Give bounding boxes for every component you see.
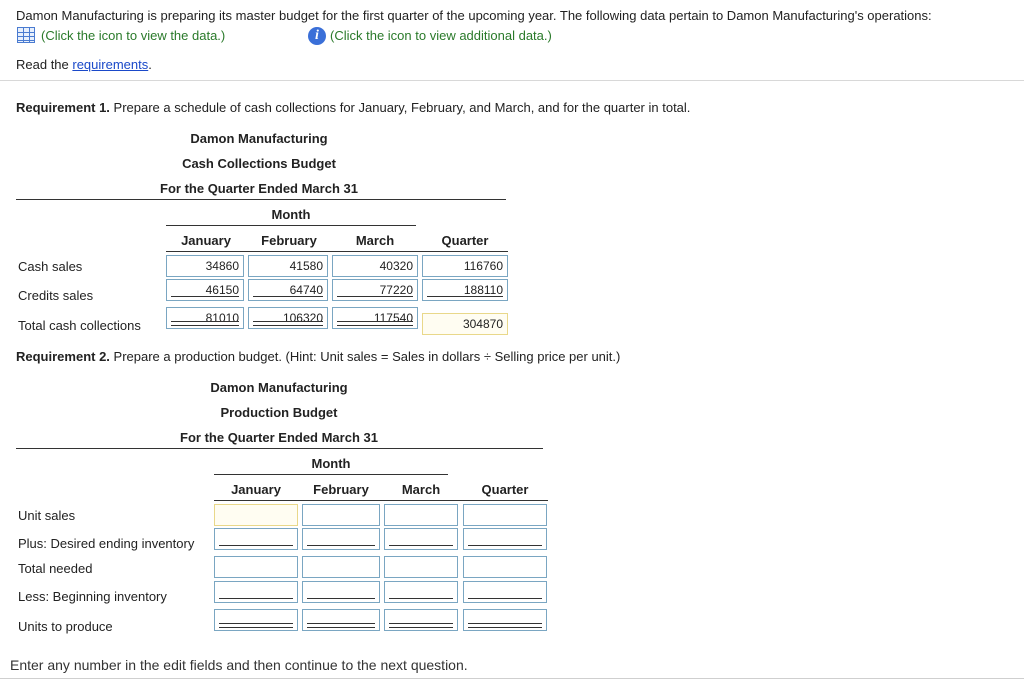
footer-instruction: Enter any number in the edit fields and …: [10, 657, 468, 673]
read-prefix: Read the: [16, 57, 73, 72]
req1-total-march[interactable]: 117540: [332, 307, 418, 329]
req1-cash-sales-january[interactable]: 34860: [166, 255, 244, 277]
req1-credit-sales-january[interactable]: 46150: [166, 279, 244, 301]
req1-row-label-credit-sales: Credits sales: [18, 288, 94, 303]
req2-month-rule: [214, 474, 448, 475]
req2-row-label-beginning-inventory: Less: Beginning inventory: [18, 589, 167, 604]
info-icon[interactable]: i: [308, 27, 326, 45]
req2-beginning-inventory-january[interactable]: [214, 581, 298, 603]
table-grid-icon[interactable]: [17, 27, 35, 43]
req1-total-quarter[interactable]: 304870: [422, 313, 508, 335]
req2-total-needed-february[interactable]: [302, 556, 380, 578]
req1-total-january[interactable]: 81010: [166, 307, 244, 329]
req1-month-rule: [166, 225, 416, 226]
req2-company: Damon Manufacturing: [210, 380, 348, 395]
req2-col-march: March: [401, 482, 441, 497]
req1-credit-sales-february[interactable]: 64740: [248, 279, 328, 301]
req1-row-label-cash-sales: Cash sales: [18, 259, 83, 274]
req2-header-rule: [16, 448, 543, 449]
req2-row-label-desired-ending-inventory: Plus: Desired ending inventory: [18, 536, 195, 551]
req2-ending-inventory-february[interactable]: [302, 528, 380, 550]
divider: [0, 80, 1024, 81]
read-requirements-line: Read the requirements.: [16, 57, 152, 72]
req1-company: Damon Manufacturing: [190, 131, 328, 146]
req2-row-label-units-to-produce: Units to produce: [18, 619, 113, 634]
req2-units-to-produce-march[interactable]: [384, 609, 458, 631]
req2-row-label-unit-sales: Unit sales: [18, 508, 76, 523]
req1-title: Cash Collections Budget: [182, 156, 336, 171]
req2-units-to-produce-january[interactable]: [214, 609, 298, 631]
req1-header-rule: [16, 199, 506, 200]
req2-ending-inventory-january[interactable]: [214, 528, 298, 550]
req2-unit-sales-quarter[interactable]: [463, 504, 547, 526]
req2-unit-sales-january[interactable]: [214, 504, 298, 526]
req1-period: For the Quarter Ended March 31: [160, 181, 358, 196]
req2-label: Requirement 2.: [16, 349, 110, 364]
req2-total-needed-quarter[interactable]: [463, 556, 547, 578]
req1-credit-sales-quarter[interactable]: 188110: [422, 279, 508, 301]
req2-beginning-inventory-quarter[interactable]: [463, 581, 547, 603]
req1-cash-sales-february[interactable]: 41580: [248, 255, 328, 277]
req2-total-needed-march[interactable]: [384, 556, 458, 578]
req2-title: Production Budget: [220, 405, 338, 420]
req2-text: Prepare a production budget. (Hint: Unit…: [109, 349, 621, 364]
req1-total-february[interactable]: 106320: [248, 307, 328, 329]
req1-label: Requirement 1.: [16, 100, 110, 115]
req2-ending-inventory-quarter[interactable]: [463, 528, 547, 550]
req2-units-to-produce-quarter[interactable]: [463, 609, 547, 631]
req1-month-header: Month: [271, 207, 311, 222]
req2-total-needed-january[interactable]: [214, 556, 298, 578]
req1-row-label-total-collections: Total cash collections: [18, 318, 141, 333]
req1-col-january: January: [181, 233, 231, 248]
req2-ending-inventory-march[interactable]: [384, 528, 458, 550]
req1-text: Prepare a schedule of cash collections f…: [109, 100, 691, 115]
req2-unit-sales-february[interactable]: [302, 504, 380, 526]
req1-heading: Requirement 1. Prepare a schedule of cas…: [16, 100, 690, 115]
req1-credit-sales-march[interactable]: 77220: [332, 279, 418, 301]
view-additional-data-link[interactable]: (Click the icon to view additional data.…: [330, 28, 552, 43]
req2-beginning-inventory-march[interactable]: [384, 581, 458, 603]
req2-units-to-produce-february[interactable]: [302, 609, 380, 631]
view-data-link[interactable]: (Click the icon to view the data.): [41, 28, 225, 43]
read-suffix: .: [148, 57, 152, 72]
req2-col-january: January: [231, 482, 281, 497]
req2-period: For the Quarter Ended March 31: [180, 430, 378, 445]
req1-cash-sales-quarter[interactable]: 116760: [422, 255, 508, 277]
req2-col-quarter: Quarter: [481, 482, 529, 497]
req2-row-label-total-needed: Total needed: [18, 561, 93, 576]
req2-beginning-inventory-february[interactable]: [302, 581, 380, 603]
req2-columns-rule: [214, 500, 548, 501]
req2-heading: Requirement 2. Prepare a production budg…: [16, 349, 620, 364]
req2-unit-sales-march[interactable]: [384, 504, 458, 526]
req1-col-quarter: Quarter: [441, 233, 489, 248]
req1-columns-rule: [166, 251, 508, 252]
requirements-link[interactable]: requirements: [72, 57, 148, 72]
intro-text: Damon Manufacturing is preparing its mas…: [16, 8, 932, 23]
footer-divider: [0, 678, 1024, 679]
req1-col-march: March: [355, 233, 395, 248]
req2-month-header: Month: [311, 456, 351, 471]
req2-col-february: February: [313, 482, 369, 497]
req1-col-february: February: [261, 233, 317, 248]
req1-cash-sales-march[interactable]: 40320: [332, 255, 418, 277]
